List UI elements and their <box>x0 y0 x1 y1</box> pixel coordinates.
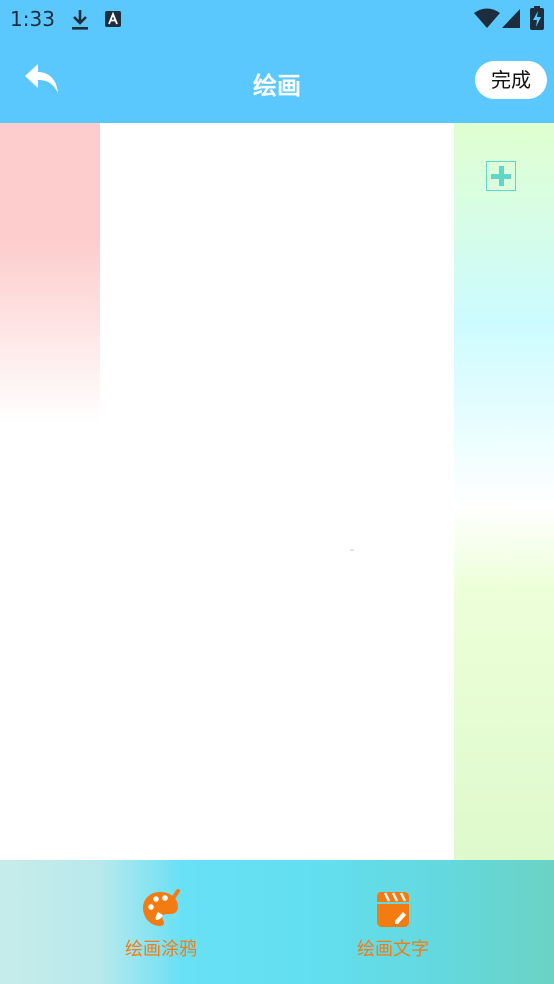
drawing-canvas[interactable] <box>100 123 454 860</box>
nav-label-text: 绘画文字 <box>357 939 429 960</box>
nav-item-graffiti[interactable]: 绘画涂鸦 <box>86 860 236 984</box>
nav-label-graffiti: 绘画涂鸦 <box>125 939 197 960</box>
download-icon <box>72 10 88 30</box>
nav-item-text[interactable]: 绘画文字 <box>318 860 468 984</box>
bottom-nav: 绘画涂鸦 绘画文字 <box>0 860 554 984</box>
app-header: 绘画 完成 <box>0 38 554 123</box>
palette-icon <box>143 889 180 926</box>
left-color-panel <box>0 123 100 860</box>
status-bar: 1:33 <box>0 0 554 38</box>
page-title: 绘画 <box>253 72 301 100</box>
plus-vertical <box>499 166 504 186</box>
clapperboard-edit-icon <box>377 892 409 927</box>
wifi-icon <box>474 8 500 28</box>
status-time: 1:33 <box>10 7 55 31</box>
a-letter-icon <box>105 11 121 27</box>
plus-icon[interactable] <box>486 161 516 191</box>
right-color-panel <box>454 123 554 860</box>
cell-signal-icon <box>502 9 520 28</box>
done-button[interactable]: 完成 <box>475 61 547 99</box>
battery-charging-icon <box>530 6 544 30</box>
canvas-stroke <box>350 549 354 551</box>
